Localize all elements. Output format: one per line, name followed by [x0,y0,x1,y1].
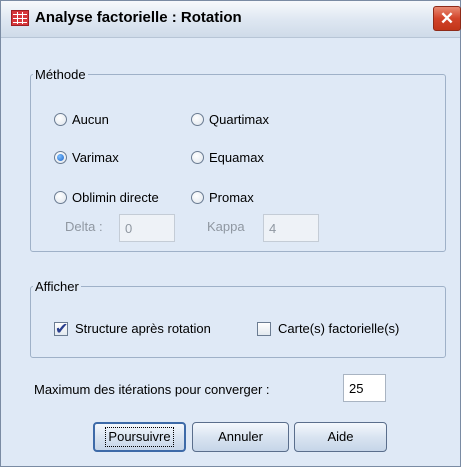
delta-input[interactable]: 0 [119,214,175,242]
dialog-window: Analyse factorielle : Rotation ✕ Méthode… [0,0,461,467]
method-group-legend: Méthode [35,67,86,82]
radio-varimax-label[interactable]: Varimax [72,150,119,165]
radio-promax-label[interactable]: Promax [209,190,254,205]
table-app-icon [11,10,29,26]
radio-varimax[interactable] [54,151,67,164]
continue-button-label: Poursuivre [105,427,174,447]
radio-aucun[interactable] [54,113,67,126]
delta-label: Delta : [65,219,103,234]
radio-oblimin[interactable] [54,191,67,204]
help-button[interactable]: Aide [294,422,387,452]
kappa-input[interactable]: 4 [263,214,319,242]
radio-quartimax[interactable] [191,113,204,126]
kappa-label: Kappa [207,219,245,234]
radio-equamax-label[interactable]: Equamax [209,150,264,165]
rotated-solution-label[interactable]: Structure après rotation [75,321,211,336]
rotated-solution-checkbox[interactable] [54,319,68,339]
close-button[interactable]: ✕ [433,6,461,31]
radio-equamax[interactable] [191,151,204,164]
max-iterations-input[interactable]: 25 [343,374,386,402]
dialog-title: Analyse factorielle : Rotation [35,9,242,26]
continue-button[interactable]: Poursuivre [93,422,186,452]
loading-plots-checkbox[interactable] [257,322,271,336]
radio-oblimin-label[interactable]: Oblimin directe [72,190,159,205]
radio-quartimax-label[interactable]: Quartimax [209,112,269,127]
cancel-button[interactable]: Annuler [192,422,289,452]
loading-plots-label[interactable]: Carte(s) factorielle(s) [278,321,399,336]
close-icon: ✕ [439,9,455,28]
display-group: Afficher [30,279,446,358]
max-iterations-label: Maximum des itérations pour converger : [34,382,270,397]
title-bar[interactable]: Analyse factorielle : Rotation ✕ [1,1,461,38]
radio-promax[interactable] [191,191,204,204]
display-group-legend: Afficher [35,279,79,294]
radio-aucun-label[interactable]: Aucun [72,112,109,127]
